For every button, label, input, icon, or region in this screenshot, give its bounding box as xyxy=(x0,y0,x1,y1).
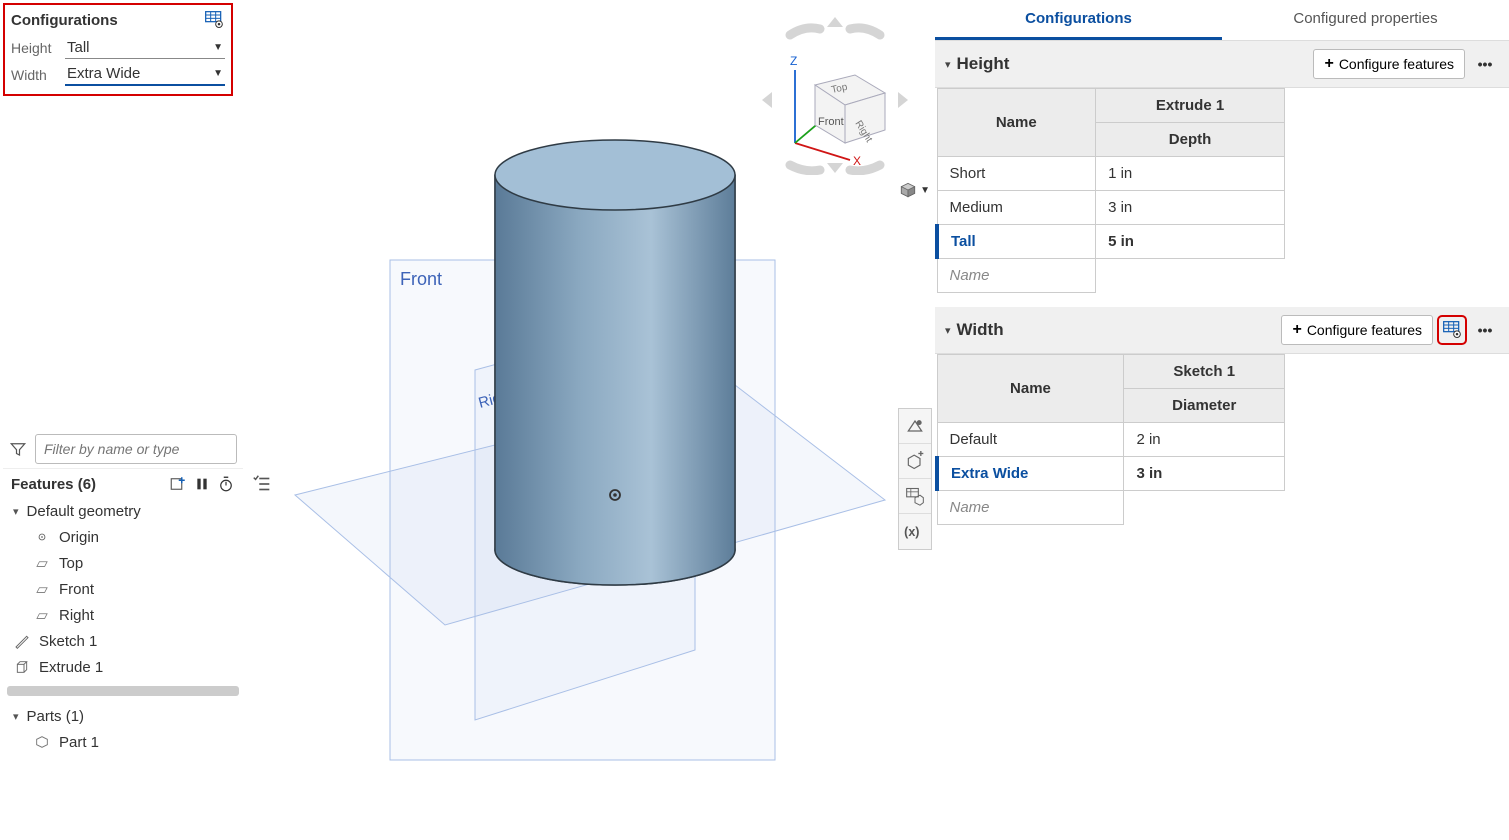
caret-down-icon: ▼ xyxy=(213,68,223,79)
plane-icon: ▱ xyxy=(33,580,51,598)
more-menu-button[interactable]: ••• xyxy=(1471,50,1499,78)
front-plane-label: Front xyxy=(400,269,442,289)
part-icon xyxy=(33,733,51,751)
model-viewport[interactable]: Front Right xyxy=(245,0,935,840)
add-feature-icon[interactable] xyxy=(169,475,187,493)
width-name-header: Name xyxy=(937,355,1124,423)
right-panel-tabs: Configurations Configured properties xyxy=(935,0,1509,41)
configurations-right-panel: Configurations Configured properties ▾ H… xyxy=(935,0,1509,840)
table-row[interactable]: Default 2 in xyxy=(937,423,1285,457)
default-geometry-item[interactable]: ▾ Default geometry xyxy=(3,499,243,524)
part-item[interactable]: Part 1 xyxy=(3,729,243,755)
tool-strip: (x) xyxy=(898,408,932,550)
new-row-input[interactable]: Name xyxy=(937,259,1285,293)
origin-item[interactable]: Origin xyxy=(3,524,243,550)
config-table-tool-button[interactable] xyxy=(899,479,931,514)
extrude-icon xyxy=(13,658,31,676)
height-section-header: ▾ Height + Configure features ••• xyxy=(935,41,1509,88)
plus-icon: + xyxy=(1324,55,1333,73)
width-diameter-header: Diameter xyxy=(1124,389,1285,423)
caret-down-icon: ▼ xyxy=(213,42,223,53)
front-plane-item[interactable]: ▱ Front xyxy=(3,576,243,602)
top-plane-item[interactable]: ▱ Top xyxy=(3,550,243,576)
width-group-header: Sketch 1 xyxy=(1124,355,1285,389)
height-config-table: Name Extrude 1 Depth Short 1 in Medium 3… xyxy=(935,88,1285,293)
width-select[interactable]: Extra Wide ▼ xyxy=(65,63,225,86)
config-visibility-icon[interactable] xyxy=(1439,317,1465,343)
table-row[interactable]: Extra Wide 3 in xyxy=(937,457,1285,491)
height-select[interactable]: Tall ▼ xyxy=(65,37,225,59)
origin-icon xyxy=(33,528,51,546)
add-cube-tool-button[interactable] xyxy=(899,444,931,479)
width-select-value: Extra Wide xyxy=(67,65,140,82)
configure-features-button[interactable]: + Configure features xyxy=(1281,315,1433,345)
configurations-visibility-icon[interactable] xyxy=(203,9,225,31)
plane-icon: ▱ xyxy=(33,606,51,624)
height-depth-header: Depth xyxy=(1096,123,1285,157)
features-header-label: Features (6) xyxy=(11,476,96,493)
new-row-input[interactable]: Name xyxy=(937,491,1285,525)
width-section-title: Width xyxy=(957,320,1276,340)
render-mode-button[interactable]: ▼ xyxy=(898,180,930,200)
feature-tree: Features (6) ▾ Default geometry Origin ▱… xyxy=(3,430,243,755)
stopwatch-icon[interactable] xyxy=(217,475,235,493)
height-section-title: Height xyxy=(957,54,1308,74)
configurations-title: Configurations xyxy=(11,12,118,29)
width-section-header: ▾ Width + Configure features ••• xyxy=(935,307,1509,354)
height-label: Height xyxy=(11,40,59,56)
configurations-panel: Configurations Height Tall ▼ Width Extra… xyxy=(3,3,233,96)
variables-tool-button[interactable]: (x) xyxy=(899,514,931,549)
svg-text:Front: Front xyxy=(818,116,844,128)
table-row[interactable]: Short 1 in xyxy=(937,157,1285,191)
chevron-down-icon: ▾ xyxy=(13,505,19,518)
table-row[interactable]: Medium 3 in xyxy=(937,191,1285,225)
sketch-item[interactable]: Sketch 1 xyxy=(3,628,243,654)
height-group-header: Extrude 1 xyxy=(1096,89,1285,123)
height-name-header: Name xyxy=(937,89,1096,157)
filter-input[interactable] xyxy=(35,434,237,464)
height-select-value: Tall xyxy=(67,39,90,56)
chevron-down-icon: ▾ xyxy=(13,710,19,723)
caret-down-icon: ▼ xyxy=(920,185,930,196)
extrude-item[interactable]: Extrude 1 xyxy=(3,654,243,680)
chevron-down-icon[interactable]: ▾ xyxy=(945,58,951,71)
sketch-icon xyxy=(13,632,31,650)
right-plane-item[interactable]: ▱ Right xyxy=(3,602,243,628)
chevron-down-icon[interactable]: ▾ xyxy=(945,324,951,337)
tab-configurations[interactable]: Configurations xyxy=(935,0,1222,40)
svg-text:(x): (x) xyxy=(904,525,919,539)
tab-configured-properties[interactable]: Configured properties xyxy=(1222,0,1509,40)
rollback-bar[interactable] xyxy=(7,686,239,696)
width-label: Width xyxy=(11,67,59,83)
configure-features-button[interactable]: + Configure features xyxy=(1313,49,1465,79)
plane-icon: ▱ xyxy=(33,554,51,572)
appearance-tool-button[interactable] xyxy=(899,409,931,444)
width-config-table: Name Sketch 1 Diameter Default 2 in Extr… xyxy=(935,354,1285,525)
view-cube[interactable]: Z X Y Top Front Right xyxy=(760,15,910,175)
filter-icon[interactable] xyxy=(9,440,27,458)
more-menu-button[interactable]: ••• xyxy=(1471,316,1499,344)
pause-icon[interactable] xyxy=(193,475,211,493)
plus-icon: + xyxy=(1292,321,1301,339)
svg-text:Z: Z xyxy=(790,54,797,68)
svg-text:X: X xyxy=(853,154,861,168)
parts-header-item[interactable]: ▾ Parts (1) xyxy=(3,704,243,729)
table-row[interactable]: Tall 5 in xyxy=(937,225,1285,259)
